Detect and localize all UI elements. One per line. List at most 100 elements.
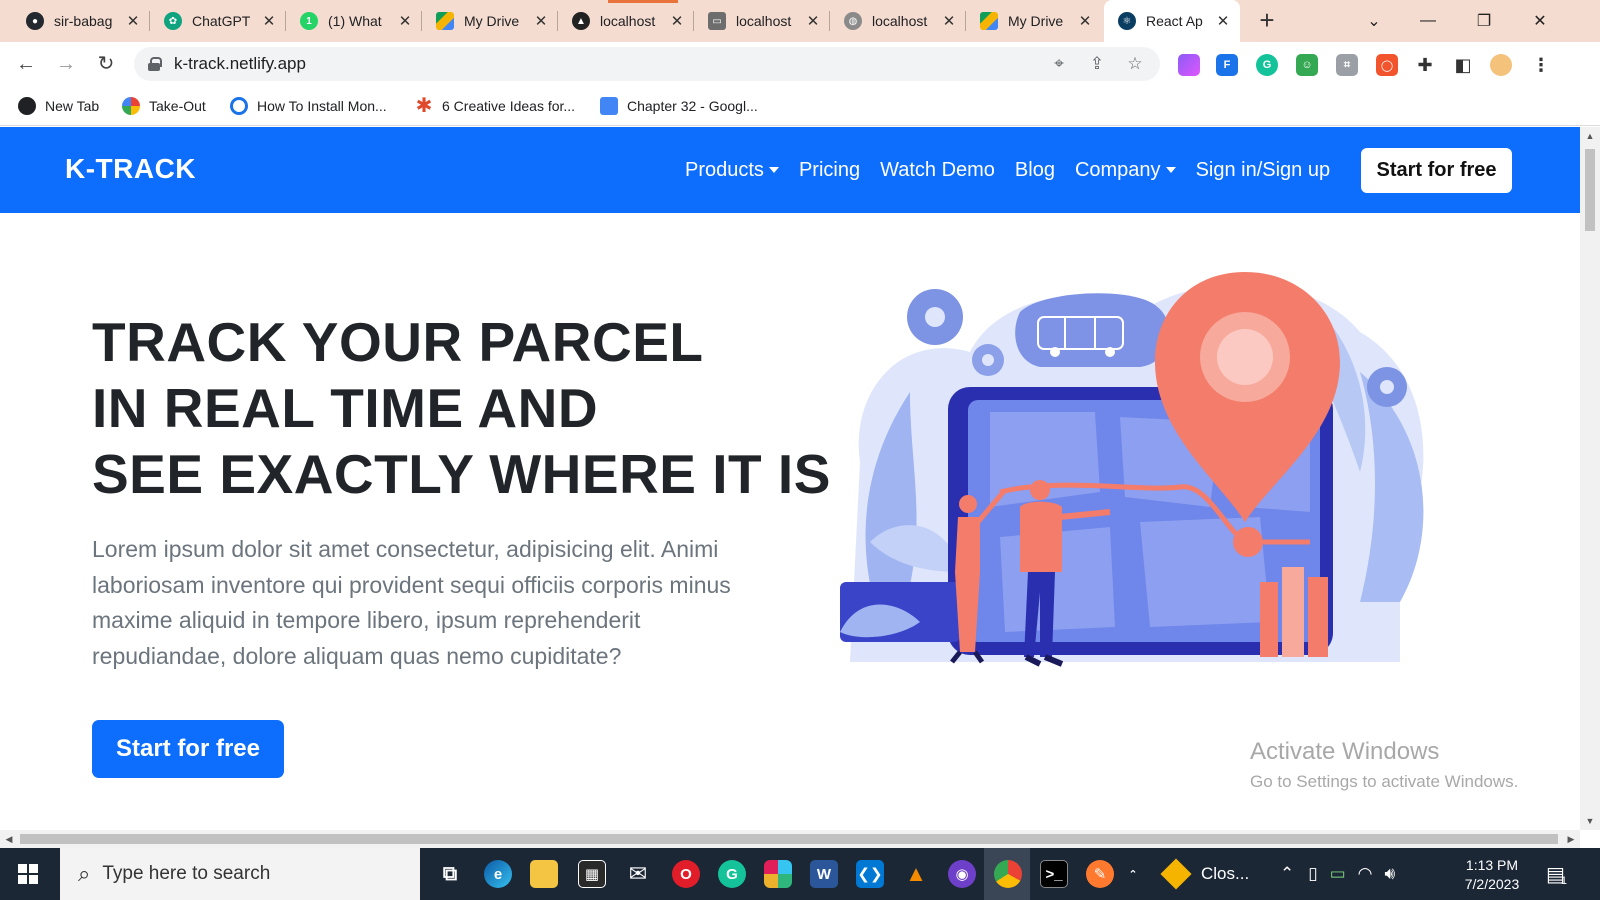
tab-whatsapp[interactable]: 1 (1) What ✕ <box>286 0 422 42</box>
store-icon[interactable]: ▦ <box>578 860 606 888</box>
close-icon[interactable]: ✕ <box>1214 12 1232 30</box>
close-window-icon[interactable]: ✕ <box>1512 0 1568 42</box>
new-tab-button[interactable]: + <box>1252 6 1282 36</box>
notification-center-icon[interactable]: ▤ 1 <box>1546 848 1567 900</box>
bookmark-item[interactable]: Chapter 32 - Googl... <box>600 94 758 118</box>
bookmark-item[interactable]: Take-Out <box>122 94 206 118</box>
nav-company[interactable]: Company <box>1075 159 1176 182</box>
pinned-app[interactable]: Clos... <box>1160 848 1249 900</box>
close-icon[interactable]: ✕ <box>260 12 278 30</box>
start-for-free-hero-button[interactable]: Start for free <box>92 720 284 778</box>
task-view-icon[interactable]: ⧉ <box>436 860 464 888</box>
overflow-chevron-icon[interactable]: ⌃ <box>1124 860 1142 888</box>
close-icon[interactable]: ✕ <box>532 12 550 30</box>
scrollbar-thumb[interactable] <box>1585 149 1595 231</box>
avatar[interactable] <box>1490 54 1512 76</box>
brand-logo[interactable]: K-TRACK <box>65 153 196 185</box>
close-icon[interactable]: ✕ <box>804 12 822 30</box>
menu-kebab-icon[interactable]: ⋮ <box>1530 54 1552 76</box>
forward-icon[interactable]: → <box>52 50 80 78</box>
close-icon[interactable]: ✕ <box>1076 12 1094 30</box>
tab-my-drive-2[interactable]: My Drive ✕ <box>966 0 1102 42</box>
extension-icon[interactable] <box>1178 54 1200 76</box>
back-icon[interactable]: ← <box>12 50 40 78</box>
github-desktop-icon[interactable]: ◉ <box>948 860 976 888</box>
url-text[interactable]: k-track.netlify.app <box>174 54 1046 74</box>
scroll-up-icon[interactable]: ▲ <box>1580 127 1600 145</box>
tab-title: My Drive <box>1008 13 1064 29</box>
postman-icon[interactable]: ✎ <box>1086 860 1114 888</box>
takeout-icon <box>122 97 140 115</box>
system-tray: ⌃ ▯ ▭ ◠ 🔊︎ <box>1280 848 1395 900</box>
tab-localhost-1[interactable]: ▲ localhost ✕ <box>558 0 694 42</box>
tab-react-app[interactable]: ⚛ React Ap ✕ <box>1104 0 1240 42</box>
close-icon[interactable]: ✕ <box>940 12 958 30</box>
taskbar-clock[interactable]: 1:13 PM 7/2/2023 <box>1452 856 1532 894</box>
tab-localhost-3[interactable]: ◍ localhost ✕ <box>830 0 966 42</box>
vlc-icon[interactable]: ▲ <box>902 860 930 888</box>
tab-localhost-2[interactable]: ▭ localhost ✕ <box>694 0 830 42</box>
scrollbar-thumb[interactable] <box>20 834 1558 844</box>
battery-icon[interactable]: ▭ <box>1330 864 1346 884</box>
address-bar[interactable]: k-track.netlify.app ⌖ ⇪ ☆ <box>134 47 1160 81</box>
vertical-scrollbar[interactable]: ▲ ▼ <box>1580 127 1600 830</box>
bookmark-item[interactable]: New Tab <box>18 94 99 118</box>
tray-chevron-icon[interactable]: ⌃ <box>1280 864 1294 884</box>
nav-products[interactable]: Products <box>685 159 779 182</box>
terminal-icon[interactable]: >_ <box>1040 860 1068 888</box>
scroll-left-icon[interactable]: ◀ <box>0 830 18 848</box>
opera-icon[interactable]: O <box>672 860 700 888</box>
scroll-down-icon[interactable]: ▼ <box>1580 812 1600 830</box>
bookmark-star-icon[interactable]: ☆ <box>1122 54 1148 74</box>
extension-icon[interactable]: ☺ <box>1296 54 1318 76</box>
edge-icon[interactable]: e <box>484 860 512 888</box>
taskbar-search[interactable]: ⌕ Type here to search <box>60 848 420 900</box>
word-icon[interactable]: W <box>810 860 838 888</box>
bookmark-label: How To Install Mon... <box>257 98 387 114</box>
grammarly-icon[interactable]: G <box>1256 54 1278 76</box>
share-icon[interactable]: ⇪ <box>1084 54 1110 74</box>
extensions-puzzle-icon[interactable]: ✚ <box>1414 54 1436 76</box>
extension-icon[interactable]: ⌗ <box>1336 54 1358 76</box>
extension-icon[interactable]: F <box>1216 54 1238 76</box>
google-docs-icon <box>600 97 618 115</box>
location-icon[interactable]: ⌖ <box>1046 54 1072 74</box>
loader-icon <box>230 97 248 115</box>
grammarly-icon[interactable]: G <box>718 860 746 888</box>
windows-taskbar: ⌕ Type here to search ⧉ e ▦ ✉ O G W ❮❯ ▲… <box>0 848 1600 900</box>
nav-sign-in[interactable]: Sign in/Sign up <box>1196 159 1331 182</box>
slack-icon[interactable] <box>764 860 792 888</box>
scroll-right-icon[interactable]: ▶ <box>1562 830 1580 848</box>
horizontal-scrollbar[interactable]: ◀ ▶ <box>0 830 1580 848</box>
tab-my-drive[interactable]: My Drive ✕ <box>422 0 558 42</box>
windows-start-icon[interactable] <box>18 864 38 884</box>
close-icon[interactable]: ✕ <box>668 12 686 30</box>
vscode-icon[interactable]: ❮❯ <box>856 860 884 888</box>
search-icon: ⌕ <box>78 861 91 886</box>
mail-icon[interactable]: ✉ <box>624 860 652 888</box>
chrome-icon[interactable] <box>994 860 1022 888</box>
device-icon[interactable]: ▯ <box>1308 864 1317 884</box>
wifi-icon[interactable]: ◠ <box>1358 864 1373 884</box>
file-explorer-icon[interactable] <box>530 860 558 888</box>
side-panel-icon[interactable]: ◧ <box>1452 54 1474 76</box>
bookmark-item[interactable]: ✱ 6 Creative Ideas for... <box>415 94 575 118</box>
nav-watch-demo[interactable]: Watch Demo <box>880 159 995 182</box>
reload-icon[interactable]: ↻ <box>92 50 120 78</box>
close-icon[interactable]: ✕ <box>124 12 142 30</box>
volume-icon[interactable]: 🔊︎ <box>1385 864 1396 884</box>
lock-icon[interactable] <box>148 57 162 71</box>
minimize-icon[interactable]: — <box>1400 0 1456 42</box>
nav-blog[interactable]: Blog <box>1015 159 1055 182</box>
tab-github[interactable]: ● sir-babag ✕ <box>12 0 150 42</box>
nav-products-label: Products <box>685 158 764 181</box>
tab-chatgpt[interactable]: ✿ ChatGPT ✕ <box>150 0 286 42</box>
start-for-free-nav-button[interactable]: Start for free <box>1361 148 1512 193</box>
restore-icon[interactable]: ❐ <box>1456 0 1512 42</box>
bookmark-item[interactable]: How To Install Mon... <box>230 94 387 118</box>
watermark-subtitle: Go to Settings to activate Windows. <box>1250 772 1519 791</box>
close-icon[interactable]: ✕ <box>396 12 414 30</box>
nav-pricing[interactable]: Pricing <box>799 159 860 182</box>
tab-search-icon[interactable]: ⌄ <box>1346 0 1402 42</box>
extension-icon[interactable]: ◯ <box>1376 54 1398 76</box>
